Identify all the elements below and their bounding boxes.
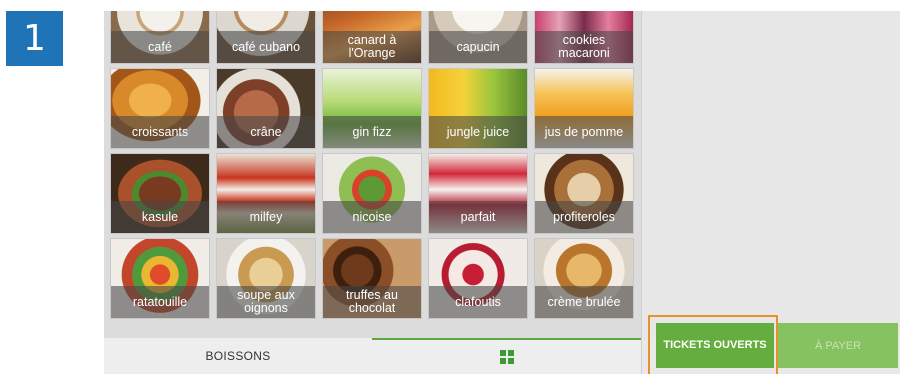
menu-item-jus-de-pomme[interactable]: jus de pomme — [534, 68, 634, 149]
menu-item-label: croissants — [131, 124, 189, 139]
menu-item-label: jus de pomme — [544, 124, 624, 139]
menu-item-label: kasule — [141, 209, 179, 224]
menu-item-croissants[interactable]: croissants — [110, 68, 210, 149]
menu-item-label: café — [148, 39, 172, 54]
highlight-box — [648, 315, 778, 374]
menu-item-label: crâne — [250, 124, 282, 139]
menu-item-label: cookies macaroni — [558, 33, 610, 60]
menu-item-canard-orange[interactable]: canard à l'Orange — [322, 11, 422, 64]
pos-app-window: café café cubano canard à l'Orange capuc… — [104, 11, 900, 374]
menu-item-nicoise[interactable]: nicoise — [322, 153, 422, 234]
menu-item-truffes-chocolat[interactable]: truffes au chocolat — [322, 238, 422, 319]
menu-item-parfait[interactable]: parfait — [428, 153, 528, 234]
menu-item-clafoutis[interactable]: clafoutis — [428, 238, 528, 319]
category-tab-bar: BOISSONS — [104, 338, 641, 374]
menu-item-cafe[interactable]: café — [110, 11, 210, 64]
menu-item-label: parfait — [460, 209, 496, 224]
menu-item-label: crème brulée — [547, 294, 621, 309]
menu-item-label: truffes au chocolat — [346, 288, 398, 315]
menu-item-crane[interactable]: crâne — [216, 68, 316, 149]
menu-item-cookies-macaroni[interactable]: cookies macaroni — [534, 11, 634, 64]
menu-item-jungle-juice[interactable]: jungle juice — [428, 68, 528, 149]
menu-item-gin-fizz[interactable]: gin fizz — [322, 68, 422, 149]
menu-item-label: milfey — [249, 209, 283, 224]
menu-item-cafe-cubano[interactable]: café cubano — [216, 11, 316, 64]
grid-icon — [499, 350, 514, 364]
menu-item-kasule[interactable]: kasule — [110, 153, 210, 234]
menu-item-label: jungle juice — [446, 124, 510, 139]
menu-item-milfey[interactable]: milfey — [216, 153, 316, 234]
tab-boissons[interactable]: BOISSONS — [104, 338, 372, 374]
menu-item-capucin[interactable]: capucin — [428, 11, 528, 64]
menu-item-label: profiteroles — [553, 209, 615, 224]
menu-item-label: clafoutis — [455, 294, 501, 309]
tab-grid-view[interactable] — [372, 338, 641, 374]
menu-item-label: canard à l'Orange — [347, 33, 397, 60]
step-number-badge: 1 — [6, 11, 63, 66]
menu-item-soupe-oignons[interactable]: soupe aux oignons — [216, 238, 316, 319]
menu-item-ratatouille[interactable]: ratatouille — [110, 238, 210, 319]
menu-item-label: ratatouille — [132, 294, 188, 309]
ticket-panel — [641, 11, 900, 338]
menu-item-label: capucin — [456, 39, 500, 54]
menu-item-label: gin fizz — [352, 124, 392, 139]
menu-item-creme-brulee[interactable]: crème brulée — [534, 238, 634, 319]
menu-item-grid: café café cubano canard à l'Orange capuc… — [104, 11, 641, 338]
panel-divider — [641, 11, 642, 374]
menu-item-label: nicoise — [352, 209, 392, 224]
menu-item-profiteroles[interactable]: profiteroles — [534, 153, 634, 234]
pay-button[interactable]: À PAYER — [778, 323, 898, 368]
menu-item-label: café cubano — [231, 39, 301, 54]
menu-item-label: soupe aux oignons — [237, 288, 295, 315]
